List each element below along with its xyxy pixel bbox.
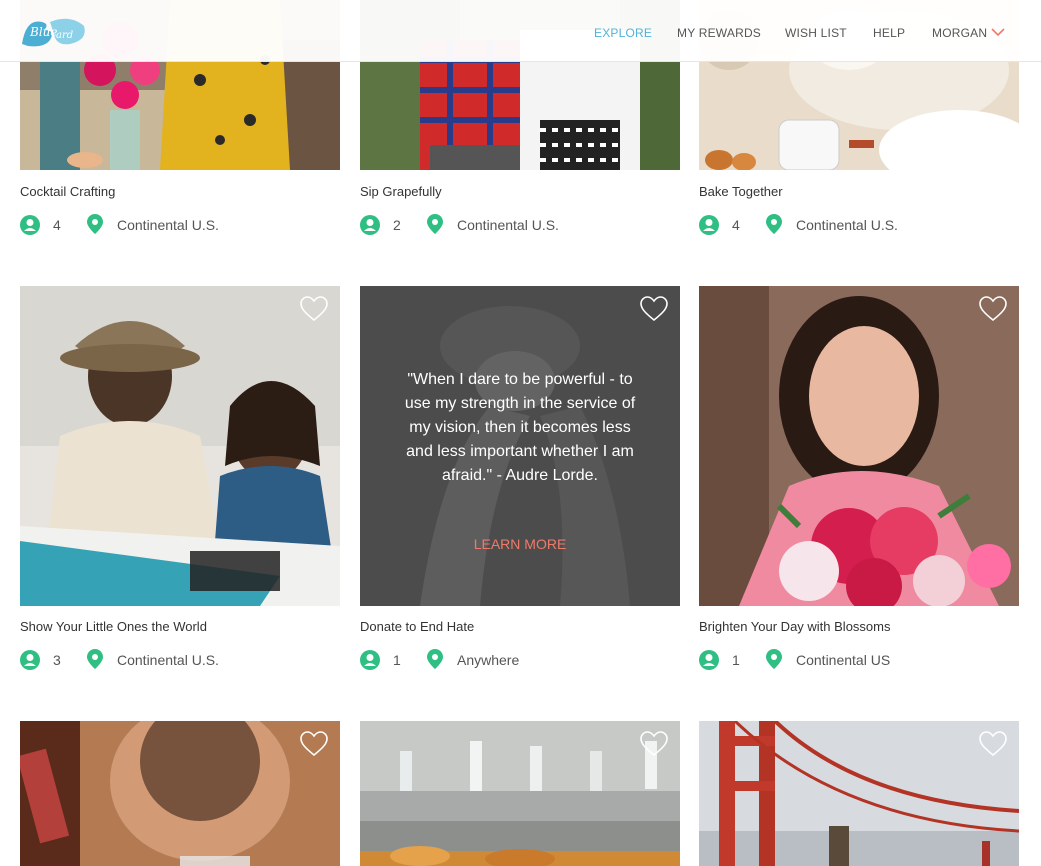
card-image[interactable] — [360, 721, 680, 866]
user-icon — [20, 215, 40, 235]
card-meta: 2 Continental U.S. — [360, 214, 680, 235]
card-image[interactable] — [699, 721, 1019, 866]
card-title[interactable]: Brighten Your Day with Blossoms — [699, 619, 890, 634]
card-meta: 3 Continental U.S. — [20, 649, 340, 670]
learn-more-link[interactable]: LEARN MORE — [360, 536, 680, 552]
heart-icon[interactable] — [640, 296, 668, 322]
card-meta: 1 Anywhere — [360, 649, 680, 670]
heart-icon[interactable] — [979, 296, 1007, 322]
user-icon — [360, 650, 380, 670]
card-title[interactable]: Sip Grapefully — [360, 184, 442, 199]
people-count: 3 — [53, 652, 61, 668]
user-icon — [20, 650, 40, 670]
nav-explore[interactable]: EXPLORE — [594, 26, 652, 40]
location-label: Anywhere — [457, 652, 520, 668]
location-pin-icon — [427, 214, 443, 234]
nav-help[interactable]: HELP — [873, 26, 905, 40]
card-meta: 4 Continental U.S. — [699, 214, 1019, 235]
experience-card[interactable]: Brighten Your Day with Blossoms 1 Contin… — [699, 286, 1019, 670]
heart-icon[interactable] — [300, 296, 328, 322]
user-icon — [360, 215, 380, 235]
location-pin-icon — [427, 649, 443, 669]
nav-my-rewards[interactable]: MY REWARDS — [677, 26, 761, 40]
card-image[interactable] — [699, 286, 1019, 606]
card-meta: 4 Continental U.S. — [20, 214, 340, 235]
heart-icon[interactable] — [979, 731, 1007, 757]
people-count: 4 — [732, 217, 740, 233]
card-title[interactable]: Donate to End Hate — [360, 619, 474, 634]
chevron-down-icon[interactable] — [991, 27, 1005, 37]
user-icon — [699, 650, 719, 670]
experience-card[interactable]: Show Your Little Ones the World 3 Contin… — [20, 286, 340, 670]
people-count: 2 — [393, 217, 401, 233]
card-image[interactable] — [20, 721, 340, 866]
location-pin-icon — [87, 214, 103, 234]
experience-card[interactable]: "When I dare to be powerful - to use my … — [360, 286, 680, 670]
location-label: Continental U.S. — [796, 217, 898, 233]
people-count: 1 — [393, 652, 401, 668]
svg-text:ard: ard — [56, 30, 73, 41]
people-count: 1 — [732, 652, 740, 668]
quote-text: "When I dare to be powerful - to use my … — [404, 371, 636, 484]
location-label: Continental U.S. — [117, 652, 219, 668]
heart-icon[interactable] — [300, 731, 328, 757]
experience-card[interactable] — [20, 721, 340, 866]
user-icon — [699, 215, 719, 235]
card-title[interactable]: Cocktail Crafting — [20, 184, 115, 199]
nav-wish-list[interactable]: WISH LIST — [785, 26, 847, 40]
svg-text:Blue: Blue — [29, 25, 58, 39]
nav-user-menu[interactable]: MORGAN — [932, 26, 987, 40]
location-pin-icon — [766, 649, 782, 669]
people-count: 4 — [53, 217, 61, 233]
experience-card[interactable] — [699, 721, 1019, 866]
card-title[interactable]: Show Your Little Ones the World — [20, 619, 207, 634]
card-image[interactable]: "When I dare to be powerful - to use my … — [360, 286, 680, 606]
location-pin-icon — [766, 214, 782, 234]
location-label: Continental US — [796, 652, 891, 668]
card-meta: 1 Continental US — [699, 649, 1019, 670]
heart-icon[interactable] — [640, 731, 668, 757]
card-title[interactable]: Bake Together — [699, 184, 783, 199]
card-image[interactable] — [20, 286, 340, 606]
top-nav-bar: Blue ard EXPLORE MY REWARDS WISH LIST HE… — [0, 0, 1041, 62]
location-pin-icon — [87, 649, 103, 669]
location-label: Continental U.S. — [457, 217, 559, 233]
location-label: Continental U.S. — [117, 217, 219, 233]
experience-card[interactable] — [360, 721, 680, 866]
blueboard-logo[interactable]: Blue ard — [20, 16, 88, 48]
